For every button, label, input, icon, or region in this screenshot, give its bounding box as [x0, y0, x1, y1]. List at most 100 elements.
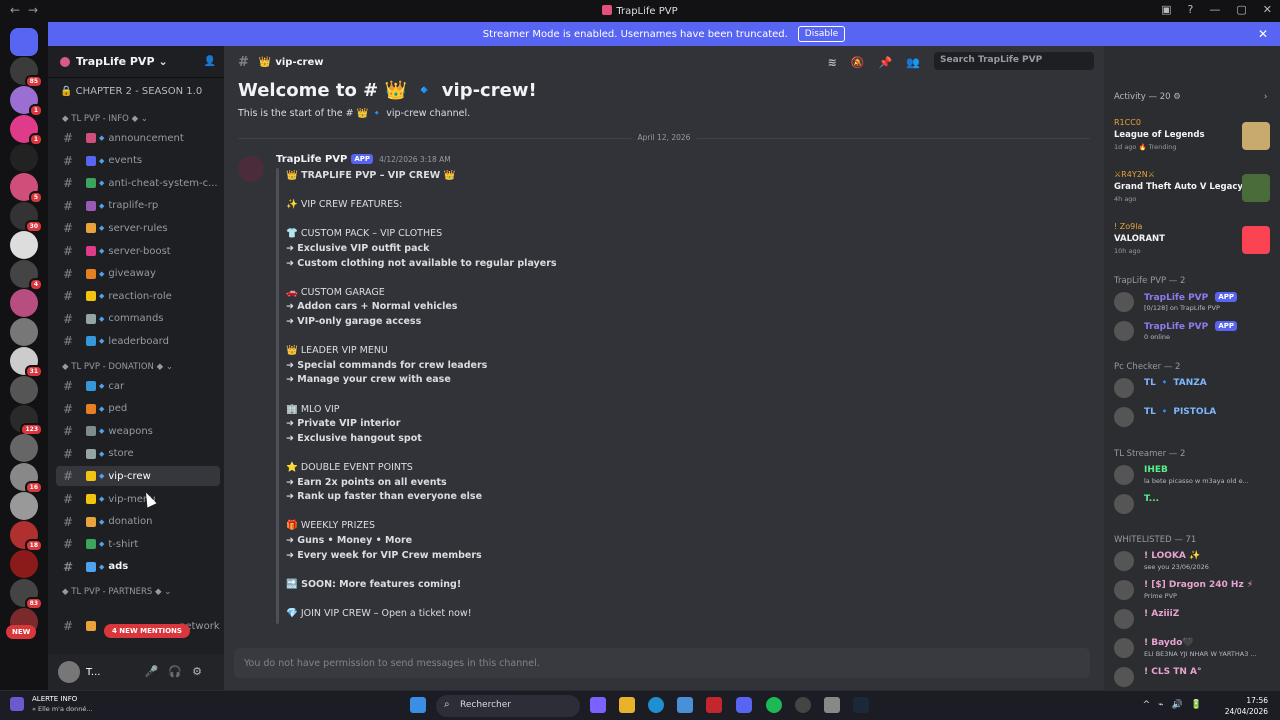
- activity-header[interactable]: Activity — 20 ⚙ ›: [1114, 92, 1267, 102]
- sidebar-item-traplife-rp[interactable]: # ◆ traplife-rp: [56, 196, 220, 216]
- server-icon[interactable]: 123: [10, 405, 43, 436]
- sidebar-item-announcement[interactable]: # ◆ announcement: [56, 128, 220, 148]
- server-icon[interactable]: [10, 376, 38, 404]
- member-item[interactable]: TrapLife PVP APP [0/128] on TrapLife PVP: [1114, 290, 1276, 316]
- close-icon[interactable]: ✕: [1258, 27, 1268, 41]
- hash-icon: #: [62, 537, 74, 552]
- activity-card[interactable]: ! Zo9la VALORANT 10h ago: [1114, 222, 1274, 268]
- server-icon[interactable]: [10, 289, 38, 317]
- taskbar-search[interactable]: ⌕ Rechercher: [436, 695, 580, 717]
- sidebar-item-reaction-role[interactable]: # ◆ reaction-role: [56, 286, 220, 306]
- server-icon[interactable]: [10, 318, 38, 346]
- category-header[interactable]: ◆ TL PVP - INFO ◆ ⌄: [62, 114, 148, 124]
- sidebar-item-store[interactable]: # ◆ store: [56, 444, 220, 464]
- member-item[interactable]: ! [$] Dragon 240 Hz ⚡ Prime PVP: [1114, 578, 1276, 604]
- copilot-icon[interactable]: [590, 697, 606, 713]
- server-icon[interactable]: [10, 492, 38, 520]
- file-explorer-icon[interactable]: [619, 697, 635, 713]
- avatar[interactable]: [238, 156, 264, 182]
- server-icon[interactable]: [10, 434, 38, 462]
- server-icon[interactable]: 18: [10, 521, 43, 552]
- server-icon[interactable]: 1: [10, 115, 43, 146]
- server-icon[interactable]: 85: [10, 57, 43, 88]
- sidebar-item-t-shirt[interactable]: # ◆ t-shirt: [56, 534, 220, 554]
- sidebar-item-commands[interactable]: # ◆ commands: [56, 309, 220, 329]
- server-icon[interactable]: [10, 144, 38, 172]
- voice-controls[interactable]: 🎤🎧⚙: [145, 665, 212, 678]
- server-icon[interactable]: 1: [10, 86, 43, 117]
- member-item[interactable]: TL 🔹 PISTOLA: [1114, 405, 1276, 431]
- server-icon[interactable]: 4: [10, 260, 43, 291]
- sidebar-item-vip-menu[interactable]: # ◆ vip-menu: [56, 489, 220, 509]
- steam-icon[interactable]: [853, 697, 869, 713]
- new-mentions-pill[interactable]: 4 NEW MENTIONS: [104, 624, 190, 638]
- sidebar-item-car[interactable]: # ◆ car: [56, 376, 220, 396]
- spotify-icon[interactable]: [766, 697, 782, 713]
- sidebar-item-server-boost[interactable]: # ◆ server-boost: [56, 241, 220, 261]
- server-icon[interactable]: [10, 28, 38, 56]
- message-author[interactable]: TrapLife PVP APP 4/12/2026 3:18 AM: [276, 154, 451, 165]
- member-item[interactable]: ! CLS TN A°: [1114, 665, 1276, 690]
- help-icon[interactable]: ?: [1188, 3, 1194, 16]
- server-icon[interactable]: 16: [10, 463, 43, 494]
- guild-header[interactable]: TrapLife PVP ⌄ 👤: [48, 46, 224, 78]
- sidebar-item-anti-cheat-system-c[interactable]: # ◆ anti-cheat-system-c...: [56, 173, 220, 193]
- sidebar-item-vip-crew[interactable]: # ◆ vip-crew: [56, 466, 220, 487]
- sidebar-item-events[interactable]: # ◆ events: [56, 151, 220, 171]
- member-item[interactable]: ! Baydo🖤 ELI BE3NA YJI NHAR W YARTHA3 ...: [1114, 636, 1276, 662]
- maximize-button[interactable]: ▢: [1236, 3, 1246, 16]
- activity-card[interactable]: ⚔R4Y2N⚔ Grand Theft Auto V Legacy 4h ago: [1114, 170, 1274, 216]
- discord-icon[interactable]: [736, 697, 752, 713]
- season-channel[interactable]: 🔒 CHAPTER 2 - SEASON 1.0: [60, 86, 202, 97]
- server-icon[interactable]: 31: [10, 347, 43, 378]
- member-item[interactable]: TL 🔹 TANZA: [1114, 376, 1276, 402]
- new-badge[interactable]: NEW: [6, 625, 37, 639]
- activity-card[interactable]: R1CC0 League of Legends 1d ago 🔥 Trending: [1114, 118, 1274, 164]
- header-tools[interactable]: ≋ 🔕 📌 👥 Search TrapLife PVP: [828, 52, 1094, 70]
- server-icon[interactable]: [10, 231, 38, 259]
- inbox-icon[interactable]: ▣: [1161, 3, 1171, 16]
- avatar[interactable]: [58, 661, 80, 683]
- clock[interactable]: 17:56 24/04/2026: [1225, 695, 1268, 717]
- member-name: ! CLS TN A°: [1144, 667, 1202, 677]
- threads-icon[interactable]: ≋: [828, 56, 837, 70]
- server-icon[interactable]: 5: [10, 173, 43, 204]
- sidebar-item-ped[interactable]: # ◆ ped: [56, 399, 220, 419]
- search-input[interactable]: Search TrapLife PVP: [934, 52, 1094, 70]
- system-tray[interactable]: ^⌁🔊🔋: [1143, 700, 1210, 710]
- hash-icon: #: [62, 469, 74, 484]
- github-icon[interactable]: [795, 697, 811, 713]
- edge-icon[interactable]: [648, 697, 664, 713]
- members-icon[interactable]: 👥: [906, 56, 920, 70]
- member-item[interactable]: TrapLife PVP APP 0 online: [1114, 319, 1276, 345]
- member-item[interactable]: ! LOOKA ✨ see you 23/06/2026: [1114, 549, 1276, 575]
- chevron-right-icon[interactable]: ›: [1264, 92, 1267, 102]
- window-controls[interactable]: ▣? — ▢ ✕: [1161, 3, 1272, 16]
- sidebar-item-leaderboard[interactable]: # ◆ leaderboard: [56, 331, 220, 351]
- disable-button[interactable]: Disable: [797, 26, 846, 42]
- category-header[interactable]: ◆ TL PVP - DONATION ◆ ⌄: [62, 362, 173, 372]
- server-icon[interactable]: 83: [10, 579, 43, 610]
- member-item[interactable]: IHEB la bete picasso w m3aya old e...: [1114, 463, 1276, 489]
- sidebar-item-server-rules[interactable]: # ◆ server-rules: [56, 218, 220, 238]
- server-icon[interactable]: [10, 550, 38, 578]
- sidebar-item-donation[interactable]: # ◆ donation: [56, 512, 220, 532]
- windows-start-icon[interactable]: [410, 697, 426, 713]
- avatar: [1114, 609, 1134, 629]
- close-button[interactable]: ✕: [1263, 3, 1272, 16]
- sidebar-item-weapons[interactable]: # ◆ weapons: [56, 421, 220, 441]
- server-icon[interactable]: 30: [10, 202, 43, 233]
- store-icon[interactable]: [677, 697, 693, 713]
- news-widget[interactable]: ALERTE INFO « Elle m'a donné...: [10, 695, 93, 713]
- invite-icon[interactable]: 👤: [204, 56, 216, 67]
- sidebar-item-giveaway[interactable]: # ◆ giveaway: [56, 264, 220, 284]
- acrobat-icon[interactable]: [706, 697, 722, 713]
- category-header[interactable]: ◆ TL PVP - PARTNERS ◆ ⌄: [62, 587, 171, 597]
- member-item[interactable]: ! AziiiZ: [1114, 607, 1276, 633]
- mute-icon[interactable]: 🔕: [851, 56, 865, 70]
- minimize-button[interactable]: —: [1209, 3, 1220, 16]
- member-item[interactable]: T...: [1114, 492, 1276, 518]
- sidebar-item-ads[interactable]: # ◆ ads: [56, 557, 220, 577]
- pin-icon[interactable]: 📌: [879, 56, 893, 70]
- settings-icon[interactable]: [824, 697, 840, 713]
